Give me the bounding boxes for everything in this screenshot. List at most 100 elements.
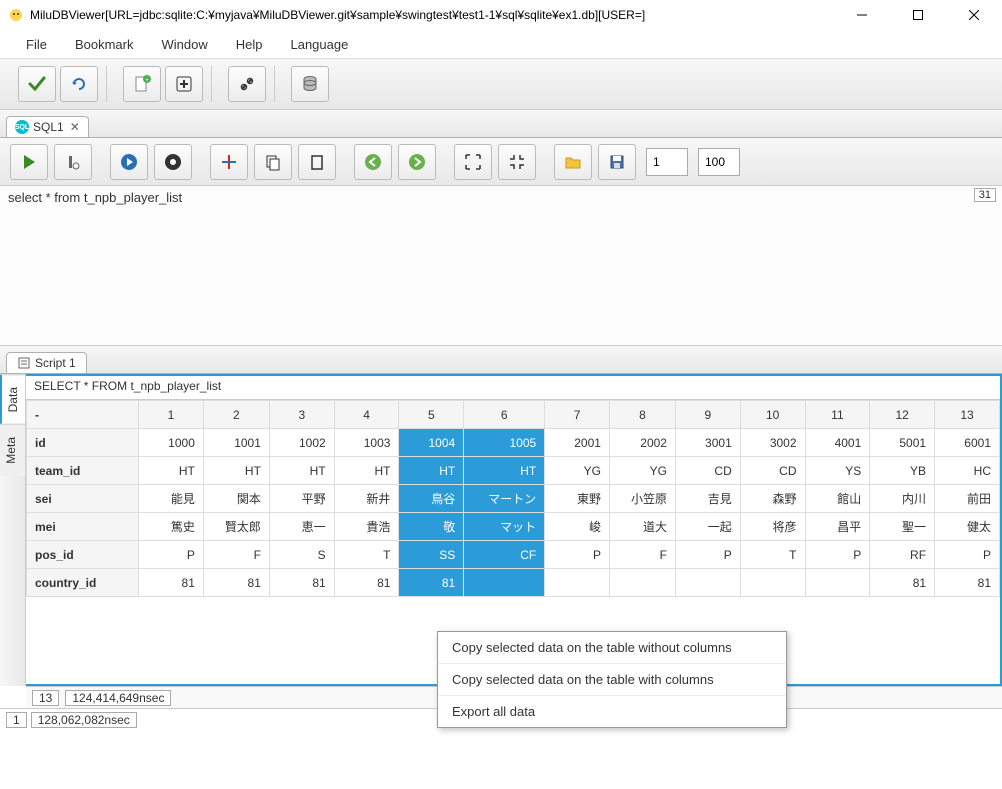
col-header[interactable]: 2	[203, 401, 269, 429]
sql-tab[interactable]: SQL SQL1 ✕	[6, 116, 89, 137]
new-file-button[interactable]: +	[123, 66, 161, 102]
cell[interactable]: 篤史	[139, 513, 204, 541]
menu-window[interactable]: Window	[151, 35, 217, 54]
cell[interactable]: 道大	[609, 513, 675, 541]
cell[interactable]: 将彦	[740, 513, 805, 541]
col-header[interactable]: 3	[269, 401, 334, 429]
close-tab-icon[interactable]: ✕	[70, 120, 80, 134]
col-header[interactable]: 12	[870, 401, 935, 429]
cell[interactable]: 内川	[870, 485, 935, 513]
cell[interactable]: 81	[269, 569, 334, 597]
cell[interactable]: F	[203, 541, 269, 569]
cell[interactable]: T	[740, 541, 805, 569]
cell[interactable]: HC	[935, 457, 1000, 485]
open-folder-button[interactable]	[554, 144, 592, 180]
cell[interactable]: HT	[203, 457, 269, 485]
side-tab-data[interactable]: Data	[0, 374, 25, 424]
cell[interactable]: 鳥谷	[399, 485, 464, 513]
cell[interactable]: 峻	[545, 513, 610, 541]
cell[interactable]: P	[675, 541, 740, 569]
minimize-button[interactable]	[842, 1, 882, 29]
row-header[interactable]: sei	[27, 485, 139, 513]
cell[interactable]: 81	[935, 569, 1000, 597]
cell[interactable]: 一起	[675, 513, 740, 541]
menu-help[interactable]: Help	[226, 35, 273, 54]
cell[interactable]	[545, 569, 610, 597]
context-menu-item[interactable]: Copy selected data on the table with col…	[438, 664, 786, 696]
cell[interactable]: S	[269, 541, 334, 569]
cell[interactable]: 1004	[399, 429, 464, 457]
menu-language[interactable]: Language	[280, 35, 358, 54]
cell[interactable]	[740, 569, 805, 597]
col-header[interactable]: 6	[464, 401, 545, 429]
cell[interactable]	[464, 569, 545, 597]
cell[interactable]: マット	[464, 513, 545, 541]
cell[interactable]: P	[805, 541, 870, 569]
col-header[interactable]: 13	[935, 401, 1000, 429]
cell[interactable]	[675, 569, 740, 597]
page-from-input[interactable]	[646, 148, 688, 176]
cell[interactable]: CD	[740, 457, 805, 485]
cell[interactable]: 81	[334, 569, 399, 597]
explain-button[interactable]	[54, 144, 92, 180]
cell[interactable]: F	[609, 541, 675, 569]
col-header[interactable]: 4	[334, 401, 399, 429]
connection-button[interactable]	[228, 66, 266, 102]
cell[interactable]: 4001	[805, 429, 870, 457]
play-button[interactable]	[110, 144, 148, 180]
cell[interactable]: P	[545, 541, 610, 569]
menu-bookmark[interactable]: Bookmark	[65, 35, 144, 54]
cell[interactable]: SS	[399, 541, 464, 569]
cell[interactable]: 81	[203, 569, 269, 597]
side-tab-meta[interactable]: Meta	[0, 424, 25, 476]
cell[interactable]: 1001	[203, 429, 269, 457]
cell[interactable]: 恵一	[269, 513, 334, 541]
cell[interactable]: P	[935, 541, 1000, 569]
cell[interactable]: 2002	[609, 429, 675, 457]
cell[interactable]: HT	[139, 457, 204, 485]
expand-button[interactable]	[454, 144, 492, 180]
cell[interactable]: 小笠原	[609, 485, 675, 513]
cell[interactable]: 館山	[805, 485, 870, 513]
cell[interactable]: HT	[464, 457, 545, 485]
row-header[interactable]: mei	[27, 513, 139, 541]
collapse-button[interactable]	[498, 144, 536, 180]
close-button[interactable]	[954, 1, 994, 29]
col-header[interactable]: 1	[139, 401, 204, 429]
cell[interactable]: 新井	[334, 485, 399, 513]
cell[interactable]: 6001	[935, 429, 1000, 457]
add-button[interactable]	[165, 66, 203, 102]
cell[interactable]: 吉見	[675, 485, 740, 513]
stop-button[interactable]	[154, 144, 192, 180]
context-menu-item[interactable]: Copy selected data on the table without …	[438, 632, 786, 664]
cell[interactable]: 敬	[399, 513, 464, 541]
cell[interactable]: YB	[870, 457, 935, 485]
cell[interactable]: 1000	[139, 429, 204, 457]
cell[interactable]: 5001	[870, 429, 935, 457]
cell[interactable]: 貴浩	[334, 513, 399, 541]
cell[interactable]: 東野	[545, 485, 610, 513]
row-header[interactable]: team_id	[27, 457, 139, 485]
cell[interactable]: 森野	[740, 485, 805, 513]
col-header[interactable]: 8	[609, 401, 675, 429]
cell[interactable]: HT	[334, 457, 399, 485]
cell[interactable]: 1003	[334, 429, 399, 457]
next-button[interactable]	[398, 144, 436, 180]
cell[interactable]: RF	[870, 541, 935, 569]
run-button[interactable]	[10, 144, 48, 180]
cell[interactable]: 前田	[935, 485, 1000, 513]
cell[interactable]	[609, 569, 675, 597]
col-header[interactable]: -	[27, 401, 139, 429]
paste-button[interactable]	[298, 144, 336, 180]
cell[interactable]: 1002	[269, 429, 334, 457]
context-menu-item[interactable]: Export all data	[438, 696, 786, 727]
cell[interactable]: 1005	[464, 429, 545, 457]
row-header[interactable]: country_id	[27, 569, 139, 597]
cell[interactable]: HT	[399, 457, 464, 485]
move-button[interactable]	[210, 144, 248, 180]
cell[interactable]: 81	[139, 569, 204, 597]
cell[interactable]: 賢太郎	[203, 513, 269, 541]
database-button[interactable]	[291, 66, 329, 102]
page-size-input[interactable]	[698, 148, 740, 176]
cell[interactable]	[805, 569, 870, 597]
